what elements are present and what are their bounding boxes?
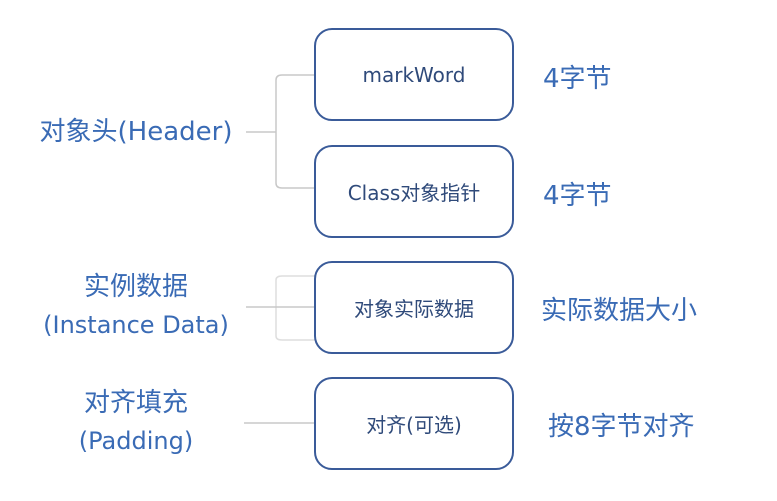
- box-label-padding: 对齐(可选): [366, 413, 462, 437]
- group-title-header: 对象头(Header): [39, 117, 233, 147]
- group-label-padding: 对齐填充 (Padding): [26, 384, 246, 460]
- group-label-header: 对象头(Header): [26, 113, 246, 151]
- box-markword: markWord: [314, 28, 514, 121]
- box-instance-data: 对象实际数据: [314, 261, 514, 354]
- box-label-class-pointer: Class对象指针: [347, 181, 481, 205]
- group-subtitle-padding: (Padding): [78, 427, 194, 455]
- group-subtitle-instance: (Instance Data): [43, 311, 229, 339]
- group-label-instance: 实例数据 (Instance Data): [26, 268, 246, 344]
- header-bracket: [246, 74, 316, 189]
- box-label-instance-data: 对象实际数据: [354, 297, 474, 321]
- object-layout-diagram: 对象头(Header) 实例数据 (Instance Data) 对齐填充 (P…: [0, 0, 777, 501]
- size-instance-data: 实际数据大小: [541, 296, 698, 326]
- size-padding: 按8字节对齐: [548, 412, 695, 442]
- box-class-pointer: Class对象指针: [314, 145, 514, 238]
- box-padding: 对齐(可选): [314, 377, 514, 470]
- group-title-instance: 实例数据: [83, 272, 188, 302]
- box-label-markword: markWord: [362, 62, 466, 87]
- size-class-pointer: 4字节: [543, 181, 612, 211]
- instance-bracket-ticks: [275, 275, 316, 341]
- group-title-padding: 对齐填充: [83, 388, 188, 418]
- size-markword: 4字节: [543, 64, 612, 94]
